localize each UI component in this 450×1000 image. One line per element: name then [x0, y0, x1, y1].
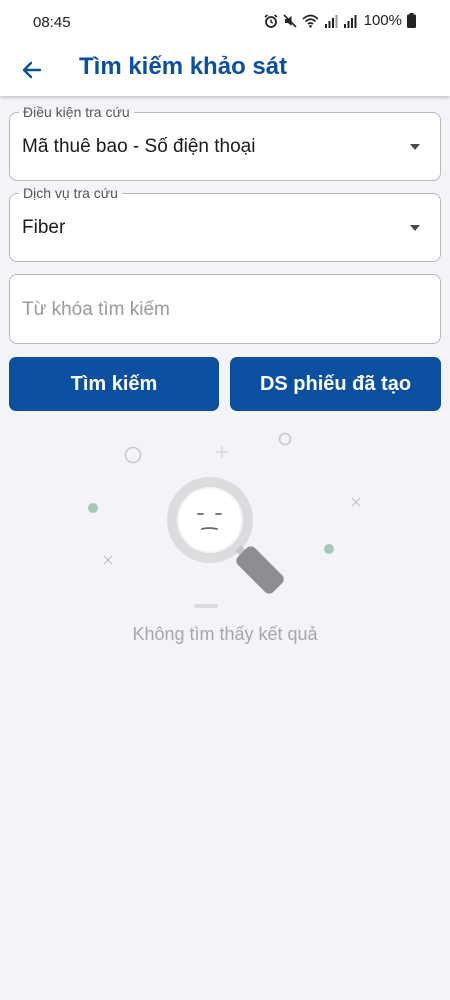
signal-icon [343, 14, 357, 28]
keyword-input[interactable]: Từ khóa tìm kiếm [9, 274, 441, 344]
app-bar: Tìm kiếm khảo sát [0, 46, 450, 96]
dropdown-arrow-icon [410, 225, 420, 231]
dropdown-arrow-icon [410, 144, 420, 150]
signal-icon [324, 14, 338, 28]
created-list-button[interactable]: DS phiếu đã tạo [230, 357, 441, 411]
service-dropdown[interactable]: Dịch vụ tra cứu Fiber [9, 184, 441, 262]
condition-label: Điều kiện tra cứu [19, 103, 134, 121]
search-button[interactable]: Tìm kiếm [9, 357, 219, 411]
battery-percentage: 100% [363, 12, 402, 29]
arrow-left-icon[interactable] [20, 58, 44, 82]
condition-dropdown[interactable]: Điều kiện tra cứu Mã thuê bao - Số điện … [9, 103, 441, 181]
status-time: 08:45 [33, 14, 71, 31]
service-label: Dịch vụ tra cứu [19, 184, 122, 202]
keyword-placeholder: Từ khóa tìm kiếm [22, 299, 170, 320]
mute-icon [283, 13, 297, 28]
condition-value: Mã thuê bao - Số điện thoại [22, 136, 256, 157]
magnifier-icon [88, 432, 361, 608]
service-value: Fiber [22, 217, 66, 238]
page-title: Tìm kiếm khảo sát [79, 53, 288, 80]
wifi-icon [302, 14, 319, 28]
status-icons: 100% [264, 12, 416, 29]
alarm-icon [264, 13, 278, 28]
empty-state-message: Không tìm thấy kết quả [132, 624, 318, 644]
battery-icon [407, 13, 416, 28]
status-bar: 08:45 100% [0, 0, 450, 46]
